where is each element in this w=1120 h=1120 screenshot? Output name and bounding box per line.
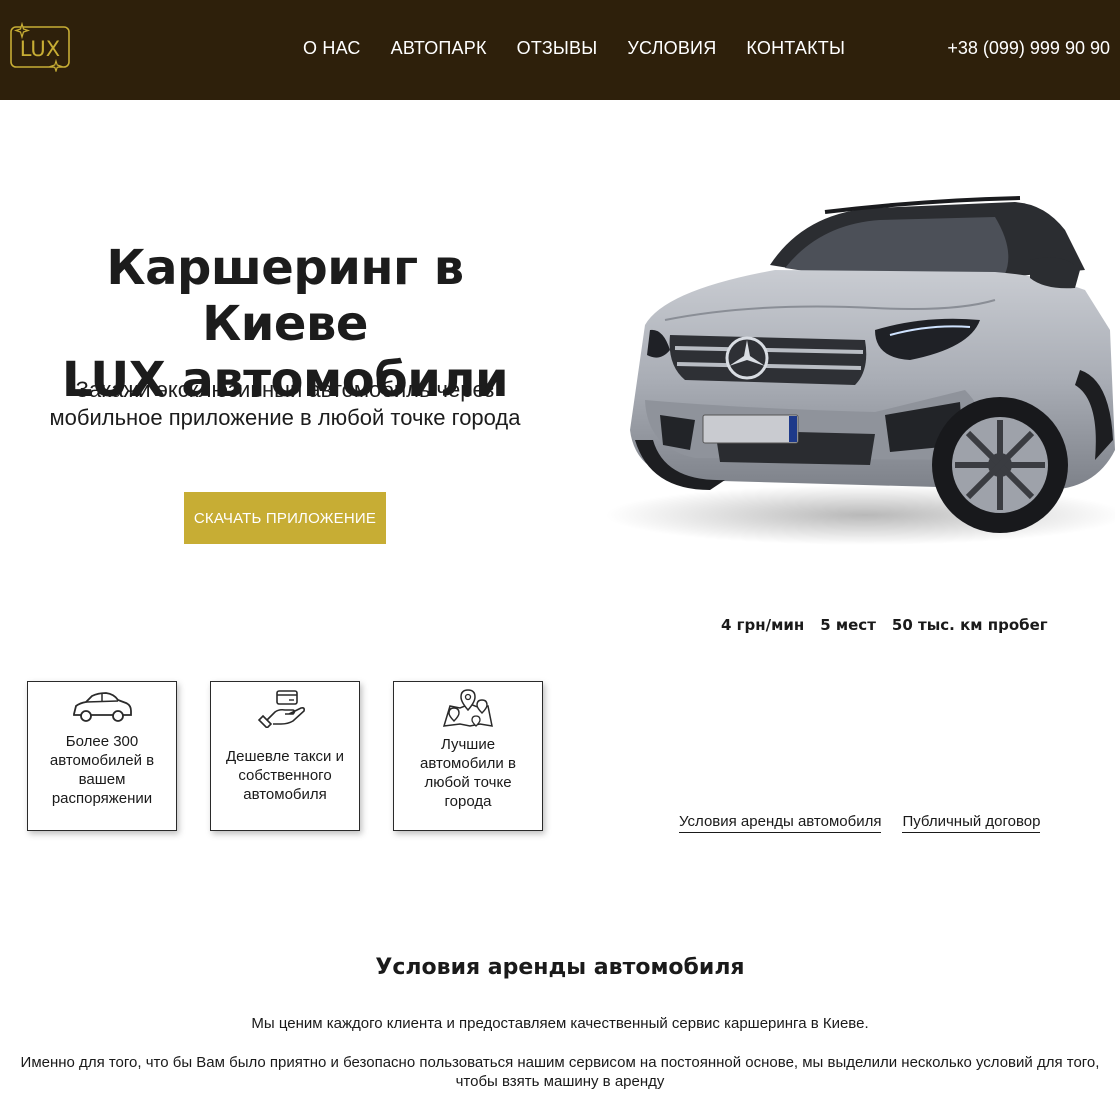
spec-mileage: 50 тыс. км пробег xyxy=(891,616,1048,634)
conditions-intro: Мы ценим каждого клиента и предоставляем… xyxy=(251,1015,869,1032)
spec-price: 4 грн/мин xyxy=(721,616,805,634)
spec-seats: 5 мест xyxy=(820,616,876,634)
rental-terms-link[interactable]: Условия аренды автомобиля xyxy=(679,813,882,833)
svg-text:LUX: LUX xyxy=(20,37,60,61)
feature-text-location: Лучшие автомобили в любой точке города xyxy=(420,736,516,810)
nav-fleet[interactable]: АВТОПАРК xyxy=(391,38,487,59)
lux-logo-icon: LUX xyxy=(10,21,70,73)
nav-about[interactable]: О НАС xyxy=(303,38,361,59)
car-image xyxy=(575,190,1120,560)
main-nav: О НАС АВТОПАРК ОТЗЫВЫ УСЛОВИЯ КОНТАКТЫ xyxy=(303,38,875,59)
car-icon xyxy=(70,688,134,728)
conditions-title: Условия аренды автомобиля xyxy=(375,955,745,980)
hero-title-line1: Каршеринг в Киеве xyxy=(106,240,464,352)
legal-links: Условия аренды автомобиля Публичный дого… xyxy=(679,813,1061,833)
nav-terms[interactable]: УСЛОВИЯ xyxy=(627,38,716,59)
hero-subtitle-line2: мобильное приложение в любой точке город… xyxy=(49,405,521,430)
download-app-button[interactable]: СКАЧАТЬ ПРИЛОЖЕНИЕ xyxy=(184,492,386,544)
hero-subtitle: Закажи эксклюзивный автомобиль через моб… xyxy=(30,376,540,432)
map-pins-icon xyxy=(436,688,500,728)
nav-reviews[interactable]: ОТЗЫВЫ xyxy=(517,38,598,59)
conditions-text: Именно для того, что бы Вам было приятно… xyxy=(20,1054,1100,1090)
feature-card-fleet: Более 300 автомобилей в вашем распоряжен… xyxy=(27,681,177,831)
lux-logo[interactable]: LUX xyxy=(8,21,72,73)
hero-subtitle-line1: Закажи эксклюзивный автомобиль через xyxy=(75,377,495,402)
car-specs: 4 грн/мин 5 мест 50 тыс. км пробег xyxy=(721,616,1064,634)
card-in-hand-icon xyxy=(253,688,317,730)
nav-contacts[interactable]: КОНТАКТЫ xyxy=(746,38,845,59)
phone-number[interactable]: +38 (099) 999 90 90 xyxy=(947,38,1110,59)
feature-text-cheaper: Дешевле такси и собственного автомобиля xyxy=(226,748,344,803)
feature-card-cheaper: Дешевле такси и собственного автомобиля xyxy=(210,681,360,831)
public-contract-link[interactable]: Публичный договор xyxy=(902,813,1041,833)
feature-text-fleet: Более 300 автомобилей в вашем распоряжен… xyxy=(49,733,155,807)
feature-card-location: Лучшие автомобили в любой точке города xyxy=(393,681,543,831)
site-header: LUX О НАС АВТОПАРК ОТЗЫВЫ УСЛОВИЯ КОНТАК… xyxy=(0,0,1120,100)
